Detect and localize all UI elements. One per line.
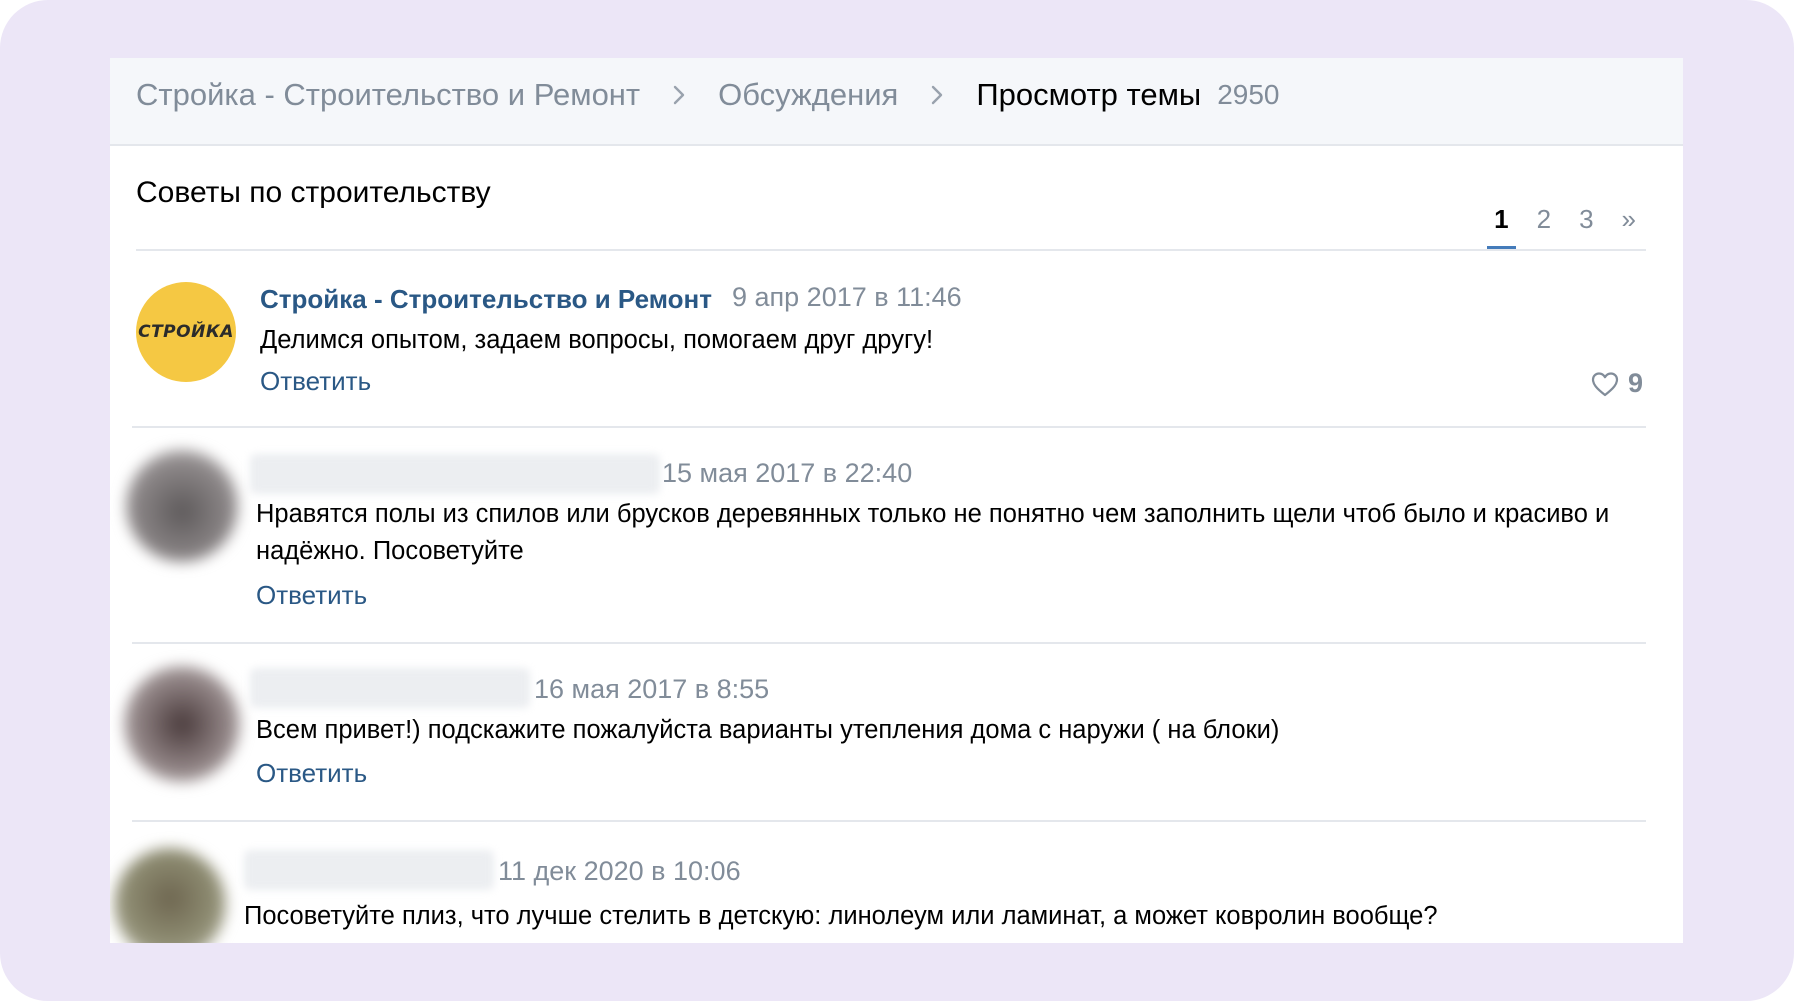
reply-button[interactable]: Ответить	[256, 758, 367, 789]
like-button[interactable]: 9	[1590, 368, 1643, 399]
divider	[132, 426, 1646, 428]
reply-button[interactable]: Ответить	[260, 366, 371, 397]
post-date[interactable]: 15 мая 2017 в 22:40	[662, 458, 912, 489]
breadcrumb-discussions-link[interactable]: Обсуждения	[718, 77, 898, 113]
screenshot-frame: Стройка - Строительство и Ремонт Обсужде…	[0, 0, 1794, 1001]
post-text: Нравятся полы из спилов или брусков дере…	[256, 500, 1610, 565]
divider	[132, 642, 1646, 644]
breadcrumb-group-link[interactable]: Стройка - Строительство и Ремонт	[136, 77, 640, 113]
divider	[136, 249, 1646, 251]
topic-post-count: 2950	[1217, 79, 1280, 110]
avatar[interactable]	[124, 666, 240, 782]
post-text: Всем привет!) подскажите пожалуйста вари…	[256, 716, 1280, 744]
post-author-name-redacted[interactable]	[244, 850, 494, 890]
avatar[interactable]	[126, 450, 238, 562]
pagination: 1 2 3 »	[1487, 204, 1643, 249]
chevron-right-icon	[932, 85, 943, 105]
page-3-link[interactable]: 3	[1572, 204, 1600, 235]
post-author-name-redacted[interactable]	[250, 454, 660, 494]
breadcrumb-bar: Стройка - Строительство и Ремонт Обсужде…	[110, 58, 1683, 146]
post-text: Делимся опытом, задаем вопросы, помогаем…	[260, 326, 934, 354]
avatar[interactable]	[114, 848, 226, 943]
page-2-link[interactable]: 2	[1530, 204, 1558, 235]
group-logo-text: СТРОЙКА	[138, 322, 234, 342]
post-author-name-redacted[interactable]	[250, 668, 530, 708]
post-author-link[interactable]: Стройка - Строительство и Ремонт	[260, 284, 712, 315]
discussion-panel: Стройка - Строительство и Ремонт Обсужде…	[110, 58, 1683, 943]
like-count: 9	[1627, 368, 1643, 398]
divider	[132, 820, 1646, 822]
next-page-link[interactable]: »	[1615, 204, 1643, 235]
avatar[interactable]: СТРОЙКА	[136, 282, 236, 382]
post-date[interactable]: 9 апр 2017 в 11:46	[732, 282, 962, 313]
heart-icon	[1591, 371, 1619, 396]
topic-title: Советы по строительству	[136, 176, 491, 209]
breadcrumb: Стройка - Строительство и Ремонт Обсужде…	[136, 72, 1279, 118]
post-date[interactable]: 11 дек 2020 в 10:06	[498, 856, 741, 887]
post-date[interactable]: 16 мая 2017 в 8:55	[534, 674, 769, 705]
page-1-link[interactable]: 1	[1487, 204, 1517, 249]
reply-button[interactable]: Ответить	[256, 580, 367, 611]
chevron-right-icon	[673, 85, 685, 105]
breadcrumb-current: Просмотр темы	[976, 77, 1202, 112]
post-text: Посоветуйте плиз, что лучше стелить в де…	[244, 902, 1438, 930]
